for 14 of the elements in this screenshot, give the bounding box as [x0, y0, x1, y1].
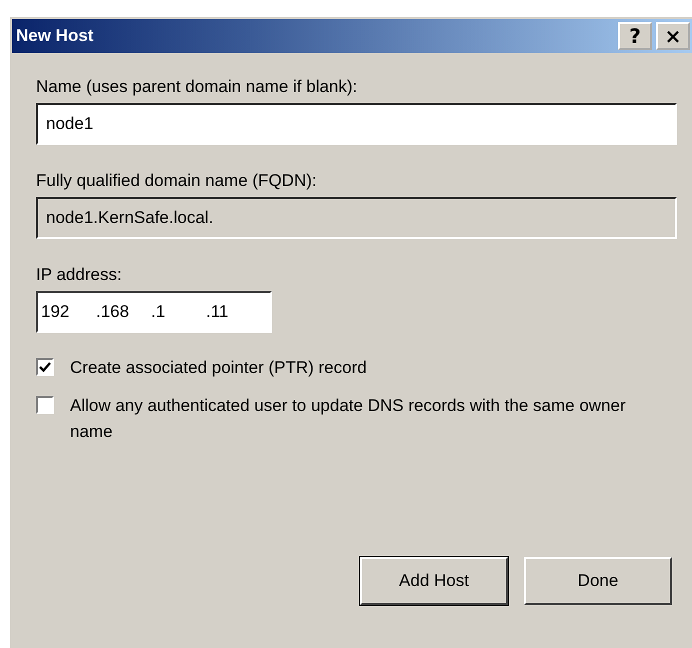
field-label: Fully qualified domain name (FQDN): — [36, 171, 318, 191]
checkbox[interactable] — [36, 396, 54, 414]
field-label: Name (uses parent domain name if blank): — [36, 77, 358, 97]
ip-address-field[interactable]: 192 .168 .1 .11 — [36, 291, 272, 333]
add-host-button[interactable]: Add Host — [360, 557, 508, 605]
close-button[interactable]: × — [656, 22, 690, 50]
window-title: New Host — [16, 26, 94, 46]
done-button[interactable]: Done — [524, 557, 672, 605]
help-button[interactable]: ? — [618, 22, 652, 50]
checkbox-label: Allow any authenticated user to update DNS records with the same owner name — [70, 395, 627, 443]
field-label: IP address: — [36, 265, 123, 285]
checkbox-label: Create associated pointer (PTR) record — [70, 357, 368, 379]
name-field[interactable]: node1 — [36, 103, 677, 145]
checkbox[interactable] — [36, 358, 54, 376]
